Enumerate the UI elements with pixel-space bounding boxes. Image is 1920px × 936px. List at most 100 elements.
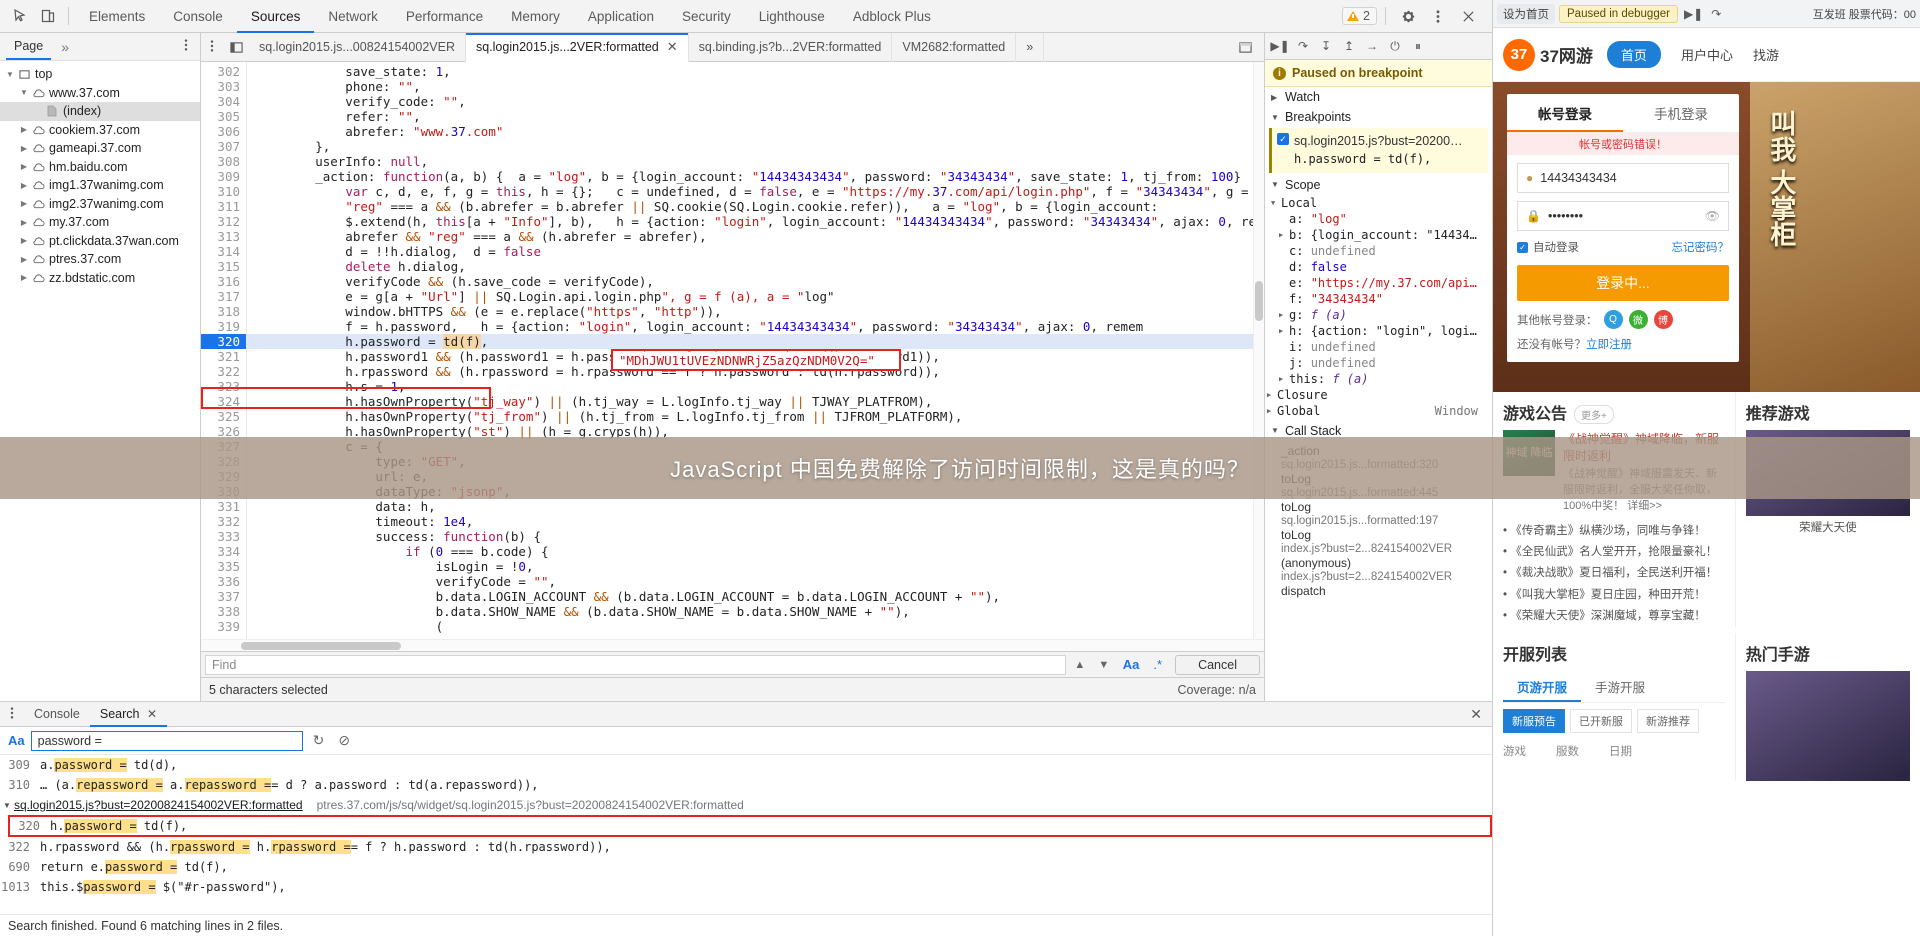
nav-user-center[interactable]: 用户中心 bbox=[1681, 45, 1733, 64]
warning-badge[interactable]: 2 bbox=[1342, 7, 1377, 25]
scope-local-header[interactable]: ▼ Local bbox=[1265, 195, 1492, 211]
scope-section-header[interactable]: ▼ Scope bbox=[1265, 175, 1492, 195]
search-result-row[interactable]: 310 … (a.repassword = a.repassword == d ?… bbox=[0, 775, 1492, 795]
line-number[interactable]: 333 bbox=[201, 529, 246, 544]
line-number[interactable]: 307 bbox=[201, 139, 246, 154]
code-line[interactable]: $.extend(h, this[a + "Info"], b), h = {a… bbox=[247, 214, 1264, 229]
line-number[interactable]: 319 bbox=[201, 319, 246, 334]
find-input[interactable]: Find bbox=[205, 654, 1066, 675]
line-number[interactable]: 335 bbox=[201, 559, 246, 574]
editor-hscroll-thumb[interactable] bbox=[241, 642, 401, 650]
code-line[interactable]: f = h.password, h = {action: "login", lo… bbox=[247, 319, 1264, 334]
news-more-link[interactable]: 更多+ bbox=[1574, 405, 1614, 424]
navigator-more-options-icon[interactable] bbox=[178, 38, 194, 55]
news-list-item[interactable]: • 《全民仙武》名人堂开开，抢限量豪礼！ bbox=[1503, 542, 1725, 563]
search-results[interactable]: 309 a.password = td(d), 310 … (a.repassword… bbox=[0, 755, 1492, 914]
code-line[interactable]: verify_code: "", bbox=[247, 94, 1264, 109]
file-tree-item[interactable]: ▼ top bbox=[0, 65, 200, 84]
tab-adblock-plus[interactable]: Adblock Plus bbox=[839, 0, 945, 33]
code-line[interactable]: save_state: 1, bbox=[247, 64, 1264, 79]
editor-tab-overflow[interactable]: » bbox=[1016, 32, 1045, 62]
line-number-gutter[interactable]: 302 303 304 305 306 307 308 309 310 311 312 313 314 3… bbox=[201, 62, 247, 639]
line-number[interactable]: 304 bbox=[201, 94, 246, 109]
site-logo[interactable]: 37 37网游 bbox=[1503, 38, 1593, 71]
file-tree-item[interactable]: ▶ zz.bdstatic.com bbox=[0, 269, 200, 288]
drawer-close-icon[interactable]: ✕ bbox=[1460, 706, 1492, 723]
clear-icon[interactable]: ⊘ bbox=[334, 732, 354, 749]
find-cancel-button[interactable]: Cancel bbox=[1175, 654, 1260, 675]
news-list-item[interactable]: • 《荣耀大天使》深渊魔域，尊享宝藏！ bbox=[1503, 606, 1725, 627]
tab-application[interactable]: Application bbox=[574, 0, 668, 33]
file-tree-item[interactable]: ▶ ptres.37.com bbox=[0, 250, 200, 269]
line-number[interactable]: 324 bbox=[201, 394, 246, 409]
search-result-row[interactable]: 1013 this.$password = $("#r-password"), bbox=[0, 877, 1492, 897]
line-number[interactable]: 303 bbox=[201, 79, 246, 94]
step-over-icon[interactable]: ↷ bbox=[1293, 36, 1313, 56]
code-line[interactable]: delete h.dialog, bbox=[247, 259, 1264, 274]
weibo-icon[interactable]: 博 bbox=[1653, 310, 1673, 329]
code-line[interactable]: userInfo: null, bbox=[247, 154, 1264, 169]
line-number[interactable]: 305 bbox=[201, 109, 246, 124]
code-line[interactable]: timeout: 1e4, bbox=[247, 514, 1264, 529]
line-number[interactable]: 338 bbox=[201, 604, 246, 619]
find-prev-icon[interactable]: ▲ bbox=[1070, 659, 1090, 671]
news-list-item[interactable]: • 《叫我大掌柜》夏日庄园，种田开荒！ bbox=[1503, 585, 1725, 606]
selected-token[interactable]: td(f) bbox=[443, 334, 481, 349]
code-line[interactable]: _action: function(a, b) { a = "log", b =… bbox=[247, 169, 1264, 184]
step-into-icon[interactable]: ↧ bbox=[1316, 36, 1336, 56]
scope-variable-row[interactable]: f: "34343434" bbox=[1265, 291, 1492, 307]
line-number[interactable]: 308 bbox=[201, 154, 246, 169]
pause-on-exceptions-icon[interactable]: ⏸ bbox=[1408, 36, 1428, 56]
resume-icon[interactable]: ▶❚ bbox=[1270, 36, 1290, 56]
tree-arrow-icon[interactable]: ▶ bbox=[18, 218, 30, 227]
code-line[interactable]: if (0 === b.code) { bbox=[247, 544, 1264, 559]
code-line[interactable]: h.s = 1, bbox=[247, 379, 1264, 394]
openlist-tab-web[interactable]: 页游开服 bbox=[1503, 671, 1581, 702]
inspect-icon[interactable] bbox=[6, 3, 34, 29]
chip-opened-servers[interactable]: 已开新服 bbox=[1570, 709, 1632, 734]
tab-lighthouse[interactable]: Lighthouse bbox=[745, 0, 839, 33]
code-line[interactable]: "reg" === a && (b.abrefer = b.abrefer ||… bbox=[247, 199, 1264, 214]
code-line[interactable]: refer: "", bbox=[247, 109, 1264, 124]
line-number[interactable]: 320 bbox=[201, 334, 246, 349]
find-regex-button[interactable]: .* bbox=[1148, 657, 1167, 672]
editor-vscroll-thumb[interactable] bbox=[1255, 281, 1263, 322]
line-number[interactable]: 336 bbox=[201, 574, 246, 589]
tree-arrow-icon[interactable]: ▶ bbox=[18, 144, 30, 153]
search-result-row[interactable]: 309 a.password = td(d), bbox=[0, 755, 1492, 775]
code-line[interactable]: b.data.SHOW_NAME && (b.data.SHOW_NAME = … bbox=[247, 604, 1264, 619]
editor-more-options-icon[interactable] bbox=[201, 39, 223, 56]
chip-new-server-preview[interactable]: 新服预告 bbox=[1503, 709, 1565, 734]
editor-tab-1-close-icon[interactable]: ✕ bbox=[667, 39, 678, 55]
line-number[interactable]: 323 bbox=[201, 379, 246, 394]
close-icon[interactable] bbox=[1454, 3, 1482, 29]
qq-icon[interactable]: Q bbox=[1603, 310, 1623, 329]
scope-global-row[interactable]: ▶ Global Window bbox=[1265, 403, 1492, 419]
tab-performance[interactable]: Performance bbox=[392, 0, 497, 33]
scope-variable-row[interactable]: c: undefined bbox=[1265, 243, 1492, 259]
navigator-more-tabs[interactable]: » bbox=[51, 39, 79, 55]
line-number[interactable]: 337 bbox=[201, 589, 246, 604]
code-line[interactable]: verifyCode && (h.save_code = verifyCode)… bbox=[247, 274, 1264, 289]
refresh-icon[interactable]: ↻ bbox=[309, 732, 329, 749]
line-number[interactable]: 315 bbox=[201, 259, 246, 274]
breakpoints-section-header[interactable]: ▼ Breakpoints bbox=[1265, 107, 1492, 127]
scope-closure-row[interactable]: ▶ Closure bbox=[1265, 387, 1492, 403]
code-line[interactable]: data: h, bbox=[247, 499, 1264, 514]
tree-arrow-icon[interactable]: ▼ bbox=[18, 88, 30, 97]
chevron-right-icon[interactable]: ▶ bbox=[1279, 311, 1289, 319]
line-number[interactable]: 310 bbox=[201, 184, 246, 199]
search-result-row[interactable]: 322 h.rpassword && (h.rpassword = h.rpass… bbox=[0, 837, 1492, 857]
file-tree-item[interactable]: ▶ img2.37wanimg.com bbox=[0, 195, 200, 214]
scope-variable-row[interactable]: ▶ h: {action: "login", logi… bbox=[1265, 323, 1492, 339]
step-over-icon-page[interactable]: ↷ bbox=[1709, 7, 1723, 21]
tree-arrow-icon[interactable]: ▶ bbox=[18, 181, 30, 190]
tree-arrow-icon[interactable]: ▶ bbox=[18, 125, 30, 134]
code-line[interactable]: b.data.LOGIN_ACCOUNT && (b.data.LOGIN_AC… bbox=[247, 589, 1264, 604]
scope-variable-row[interactable]: i: undefined bbox=[1265, 339, 1492, 355]
callstack-row[interactable]: (anonymous) index.js?bust=2...824154002VE… bbox=[1273, 555, 1484, 583]
more-options-icon[interactable] bbox=[1424, 3, 1452, 29]
search-match-case-button[interactable]: Aa bbox=[8, 733, 25, 748]
editor-tab-1[interactable]: sq.login2015.js...2VER:formatted ✕ bbox=[465, 32, 689, 62]
login-tab-account[interactable]: 帐号登录 bbox=[1507, 94, 1623, 132]
